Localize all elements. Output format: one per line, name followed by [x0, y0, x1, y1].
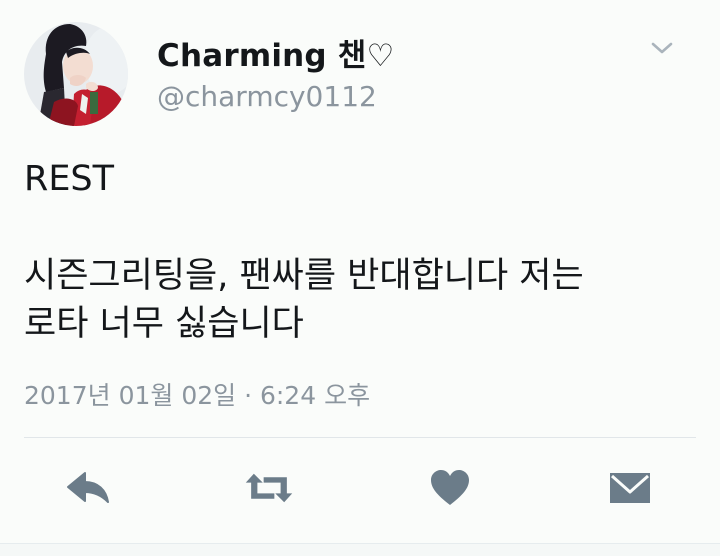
direct-message-button[interactable]	[605, 466, 655, 510]
retweet-icon	[245, 473, 293, 503]
reply-icon	[67, 472, 109, 503]
tweet-text-line: 로타 너무 싫습니다	[24, 304, 304, 344]
tweet-text-line: REST	[24, 159, 115, 199]
divider	[24, 437, 696, 438]
user-handle[interactable]: @charmcy0112	[157, 80, 377, 113]
tweet-text-line: 시즌그리팅을, 팬싸를 반대합니다 저는	[24, 256, 584, 296]
reply-button[interactable]	[64, 466, 114, 510]
chevron-down-icon[interactable]	[650, 38, 674, 58]
retweet-button[interactable]	[244, 466, 294, 510]
tweet-card: Charming 챈♡ @charmcy0112 REST 시즌그리팅을, 팬싸…	[0, 0, 720, 556]
like-button[interactable]	[425, 466, 475, 510]
avatar[interactable]	[24, 22, 128, 126]
avatar-photo	[24, 22, 128, 126]
display-name[interactable]: Charming 챈♡	[157, 30, 395, 75]
envelope-icon	[610, 473, 650, 503]
tweet-text: REST 시즌그리팅을, 팬싸를 반대합니다 저는 로타 너무 싫습니다	[24, 155, 704, 348]
bottom-edge	[0, 543, 720, 556]
heart-icon	[431, 470, 469, 505]
timestamp: 2017년 01월 02일 · 6:24 오후	[24, 381, 371, 410]
